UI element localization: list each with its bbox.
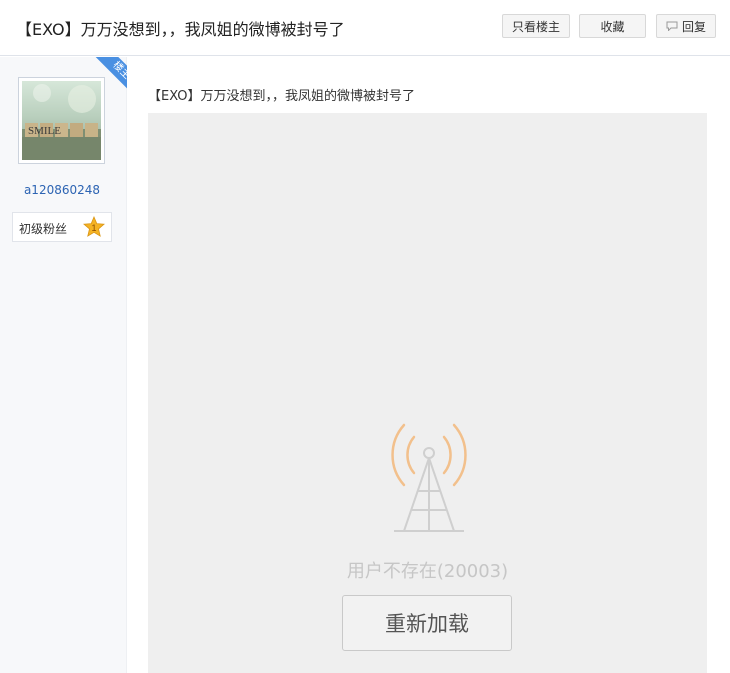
reply-button-label: 回复	[681, 19, 706, 34]
video-player: 用户不存在(20003) 重新加载	[148, 113, 707, 673]
signal-tower-icon	[391, 423, 467, 532]
avatar-tile-letters: SMILE	[28, 125, 61, 137]
fan-level-label: 初级粉丝	[19, 222, 68, 236]
error-message: 用户不存在(20003)	[346, 561, 509, 582]
favorite-button[interactable]: 收藏	[579, 14, 646, 38]
level-number: 1	[91, 223, 96, 233]
reply-button[interactable]: 回复	[656, 14, 716, 38]
avatar[interactable]: SMILE	[18, 77, 105, 164]
fan-level-badge: 初级粉丝 1	[12, 212, 112, 242]
thread-header: 【EXO】万万没想到，，我凤姐的微博被封号了 只看楼主 收藏 回复	[0, 0, 730, 56]
avatar-image: SMILE	[22, 81, 101, 160]
thread-title: 【EXO】万万没想到，，我凤姐的微博被封号了	[16, 20, 345, 39]
smile-tiles-image: SMILE	[22, 84, 101, 160]
reload-button[interactable]: 重新加载	[342, 595, 512, 651]
level-star-icon: 1	[83, 216, 105, 237]
post-title: 【EXO】万万没想到，，我凤姐的微博被封号了	[148, 89, 416, 104]
author-username[interactable]: a120860248	[0, 183, 124, 197]
reply-bubble-icon	[666, 21, 678, 31]
only-host-button[interactable]: 只看楼主	[502, 14, 570, 38]
